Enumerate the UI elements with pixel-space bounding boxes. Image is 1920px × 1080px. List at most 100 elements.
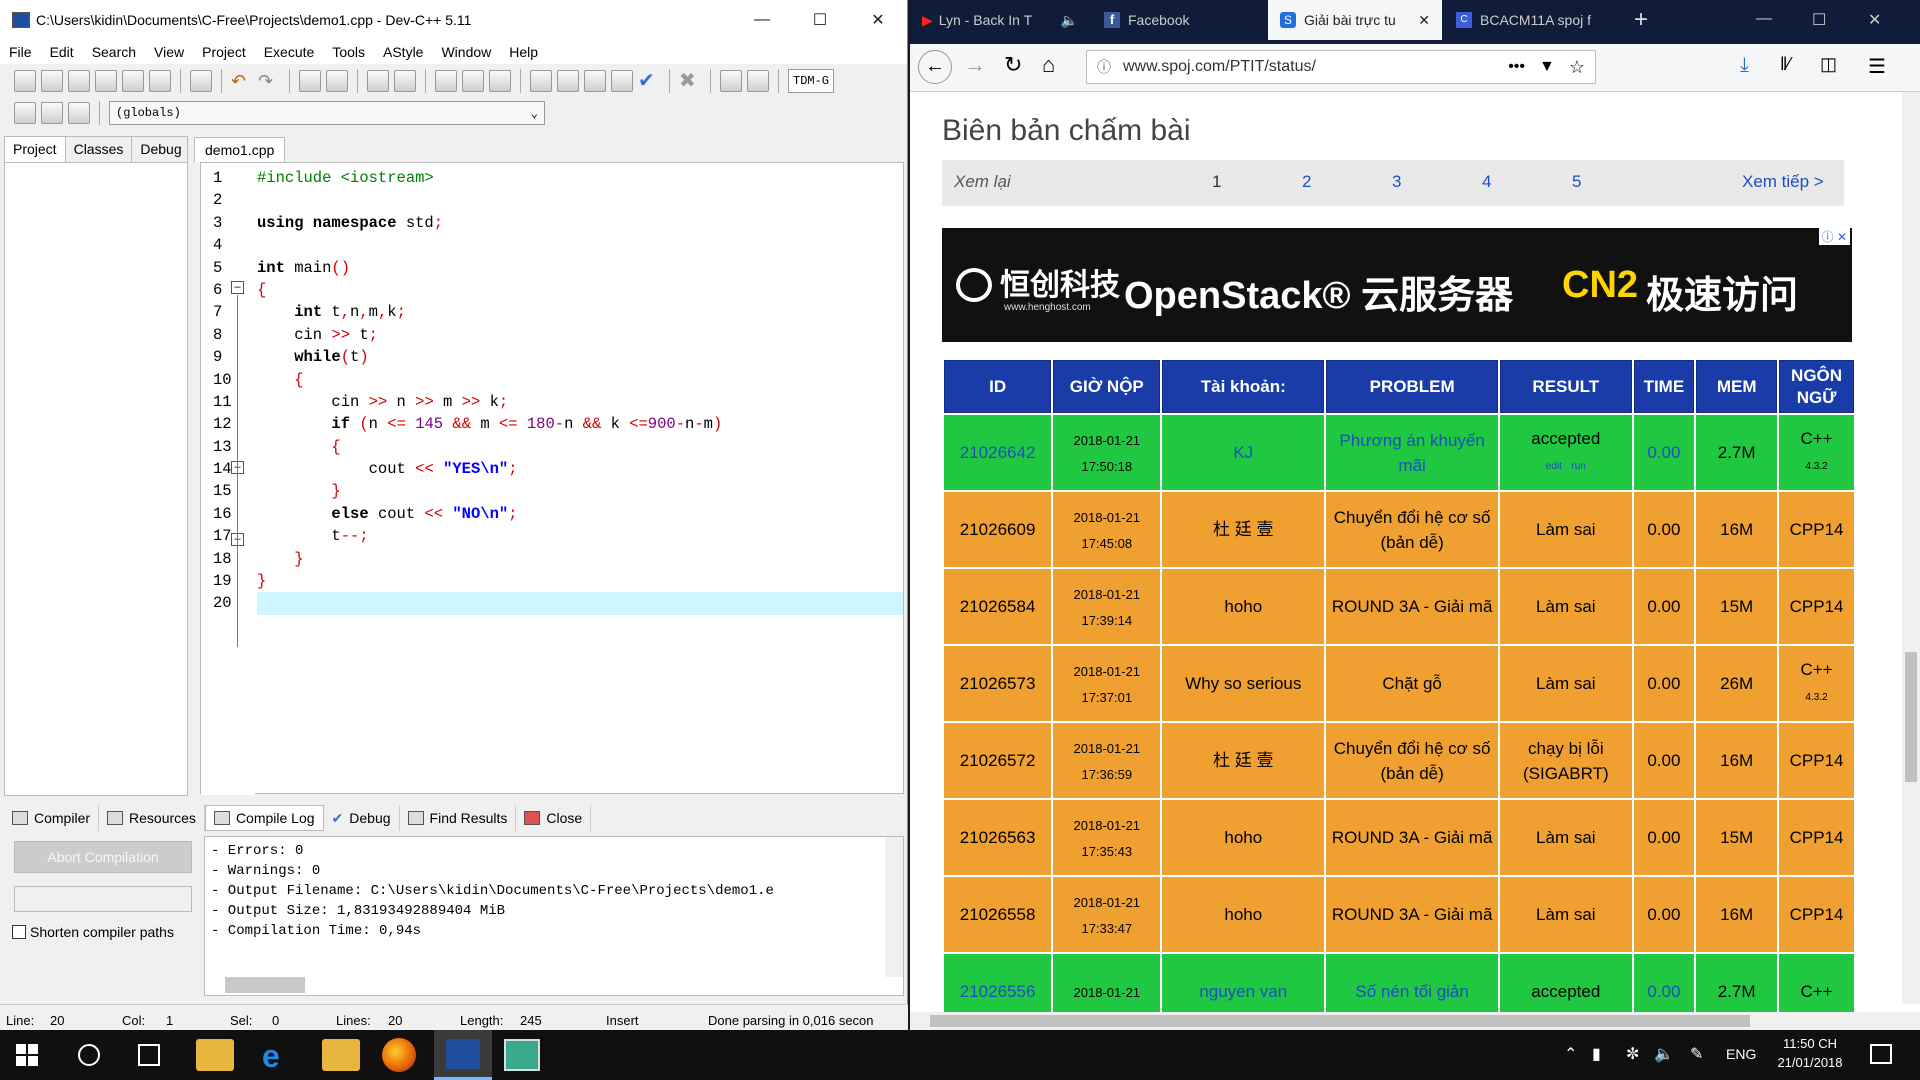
pocket-icon[interactable]: ▼	[1539, 58, 1555, 76]
devcpp-taskbar-button[interactable]	[434, 1030, 492, 1080]
edge-icon[interactable]: e	[262, 1038, 280, 1075]
bookmark-icon[interactable]	[489, 70, 511, 92]
col-submit-time[interactable]: GIỜ NỘP	[1053, 360, 1161, 413]
submission-id[interactable]: 21026558	[960, 905, 1036, 924]
folder-icon[interactable]	[322, 1039, 360, 1071]
run-icon[interactable]	[557, 70, 579, 92]
cell-problem[interactable]: Chuyển đổi hệ cơ số (bản dễ)	[1326, 723, 1499, 798]
cell-id[interactable]: 21026573	[944, 646, 1052, 721]
user-link[interactable]: 杜 廷 壹	[1213, 520, 1273, 539]
chart-icon[interactable]	[720, 70, 742, 92]
cell-user[interactable]: nguyen van	[1162, 954, 1325, 1012]
menu-project[interactable]: Project	[193, 44, 255, 60]
hamburger-menu-icon[interactable]: ☰	[1868, 54, 1886, 79]
submission-id[interactable]: 21026572	[960, 751, 1036, 770]
cell-problem[interactable]: ROUND 3A - Giải mã	[1326, 569, 1499, 644]
fold-toggle-icon[interactable]: –	[231, 281, 244, 294]
pager-next[interactable]: Xem tiếp >	[1742, 172, 1824, 192]
user-link[interactable]: hoho	[1224, 597, 1262, 616]
tab-bcacm[interactable]: C BCACM11A spoj f	[1444, 0, 1618, 40]
scope-select[interactable]: (globals) ⌄	[109, 101, 545, 125]
problem-link[interactable]: ROUND 3A - Giải mã	[1332, 597, 1493, 616]
close-icon[interactable]: ✕	[1868, 10, 1881, 30]
close-icon[interactable]: ✕	[849, 0, 907, 40]
notifications-icon[interactable]	[1870, 1044, 1892, 1064]
rebuild-icon[interactable]	[611, 70, 633, 92]
undo-icon[interactable]: ↶	[231, 70, 253, 92]
forward-icon[interactable]	[462, 70, 484, 92]
problem-link[interactable]: ROUND 3A - Giải mã	[1332, 828, 1493, 847]
new-tab-icon[interactable]: +	[1634, 6, 1648, 34]
cell-problem[interactable]: Chặt gỗ	[1326, 646, 1499, 721]
col-mem[interactable]: MEM	[1696, 360, 1778, 413]
cell-id[interactable]: 21026642	[944, 415, 1052, 490]
download-icon[interactable]: ⤓	[1740, 54, 1749, 77]
advertisement-banner[interactable]: 恒创科技 www.henghost.com OpenStack® 云服务器 CN…	[942, 228, 1852, 342]
tab-facebook[interactable]: f Facebook	[1092, 0, 1266, 40]
speaker-icon[interactable]: 🔈	[1061, 12, 1078, 29]
new-file-icon[interactable]	[14, 70, 36, 92]
user-link[interactable]: hoho	[1224, 905, 1262, 924]
language-indicator[interactable]: ENG	[1726, 1046, 1756, 1062]
hscrollbar-thumb[interactable]	[930, 1015, 1750, 1027]
user-link[interactable]: Why so serious	[1185, 674, 1301, 693]
cell-problem[interactable]: Phương án khuyến mãi	[1326, 415, 1499, 490]
forward-icon[interactable]: →	[964, 52, 986, 78]
compile-run-icon[interactable]	[584, 70, 606, 92]
cell-user[interactable]: KJ	[1162, 415, 1325, 490]
problem-link[interactable]: Chuyển đổi hệ cơ số (bản dễ)	[1334, 739, 1491, 783]
log-hscrollbar-thumb[interactable]	[225, 977, 305, 993]
menu-search[interactable]: Search	[83, 44, 145, 60]
tab-close[interactable]: Close	[516, 805, 592, 831]
volume-icon[interactable]: 🔈	[1654, 1044, 1674, 1064]
file-explorer-icon[interactable]	[196, 1039, 234, 1071]
back-icon[interactable]: ←	[918, 50, 952, 84]
code-editor[interactable]: 1 2 3 4 5 6 7 8 9 10 11 12 13 14 15 16 1…	[200, 162, 904, 795]
save-all-icon[interactable]	[95, 70, 117, 92]
menu-execute[interactable]: Execute	[255, 44, 324, 60]
chevron-up-icon[interactable]: ⌃	[1564, 1044, 1577, 1064]
submission-id[interactable]: 21026563	[960, 828, 1036, 847]
col-result[interactable]: RESULT	[1500, 360, 1632, 413]
battery-icon[interactable]: ▮	[1592, 1044, 1601, 1064]
replace-icon[interactable]	[326, 70, 348, 92]
problem-link[interactable]: Chặt gỗ	[1382, 674, 1442, 693]
ad-choices-icon[interactable]: ⓘ ✕	[1818, 228, 1850, 245]
problem-link[interactable]: Số nén tối giản	[1355, 982, 1468, 1001]
tab-classes[interactable]: Classes	[66, 137, 133, 162]
toggle-icon[interactable]	[41, 102, 63, 124]
submission-id[interactable]: 21026609	[960, 520, 1036, 539]
cell-problem[interactable]: ROUND 3A - Giải mã	[1326, 877, 1499, 952]
page-hscrollbar[interactable]	[910, 1012, 1920, 1030]
tab-debug-output[interactable]: ✔ Debug	[324, 805, 400, 831]
pager-page-1[interactable]: 1	[1212, 172, 1221, 192]
clock[interactable]: 11:50 CH 21/01/2018	[1772, 1036, 1848, 1070]
goto-line-icon[interactable]	[394, 70, 416, 92]
stop-icon[interactable]: ✖	[679, 70, 701, 92]
edit-link[interactable]: edit	[1546, 461, 1562, 472]
devcpp-titlebar[interactable]: C:\Users\kidin\Documents\C-Free\Projects…	[0, 0, 907, 40]
pager-page-5[interactable]: 5	[1572, 172, 1581, 192]
task-view-icon[interactable]	[138, 1044, 160, 1066]
pager-page-4[interactable]: 4	[1482, 172, 1491, 192]
insert-icon[interactable]	[14, 102, 36, 124]
cell-user[interactable]: hoho	[1162, 800, 1325, 875]
compile-icon[interactable]	[530, 70, 552, 92]
windows-start-icon[interactable]	[16, 1044, 38, 1066]
submission-id[interactable]: 21026556	[960, 982, 1036, 1001]
print-icon[interactable]	[190, 70, 212, 92]
cell-problem[interactable]: ROUND 3A - Giải mã	[1326, 800, 1499, 875]
close-tab-icon[interactable]: ✕	[1418, 12, 1430, 29]
menu-view[interactable]: View	[145, 44, 193, 60]
info-icon[interactable]: ⓘ	[1097, 57, 1111, 77]
tab-project[interactable]: Project	[5, 137, 66, 162]
submission-id[interactable]: 21026573	[960, 674, 1036, 693]
maximize-icon[interactable]: ☐	[1812, 10, 1826, 30]
page-scrollbar[interactable]	[1902, 92, 1920, 1004]
maximize-icon[interactable]: ☐	[791, 0, 849, 40]
tab-spoj-status[interactable]: S Giải bài trực tu ✕	[1268, 0, 1442, 40]
pen-icon[interactable]: ✎	[1690, 1044, 1703, 1064]
problem-link[interactable]: Chuyển đổi hệ cơ số (bản dễ)	[1334, 508, 1491, 552]
cell-id[interactable]: 21026572	[944, 723, 1052, 798]
col-language[interactable]: NGÔN NGỮ	[1779, 360, 1854, 413]
